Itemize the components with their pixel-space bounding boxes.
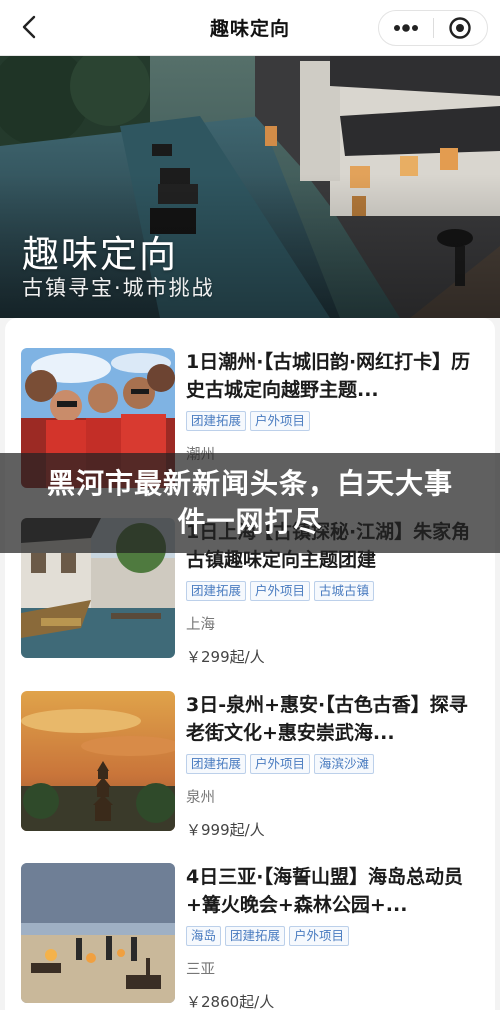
product-thumbnail: [21, 691, 175, 831]
product-tag: 团建拓展: [186, 411, 247, 431]
product-card[interactable]: 3日-泉州+惠安·【古色古香】探寻老街文化+惠安崇武海... 团建拓展 户外项目…: [21, 691, 491, 841]
product-title: 4日三亚·【海誓山盟】海岛总动员+篝火晚会+森林公园+...: [186, 866, 463, 916]
product-card[interactable]: 4日三亚·【海誓山盟】海岛总动员+篝火晚会+森林公园+... 海岛 团建拓展 户…: [21, 863, 491, 1010]
product-title: 1日潮州·【古城旧韵·网红打卡】历史古城定向越野主题...: [186, 351, 471, 401]
product-tags: 团建拓展 户外项目: [186, 411, 486, 431]
product-list: 1日潮州·【古城旧韵·网红打卡】历史古城定向越野主题... 团建拓展 户外项目 …: [5, 318, 495, 1010]
hero-banner: 趣味定向 古镇寻宝·城市挑战: [0, 56, 500, 318]
product-city: 三亚: [186, 962, 215, 978]
product-tag: 海岛: [186, 926, 222, 946]
product-tag: 户外项目: [250, 581, 311, 601]
hero-title: 趣味定向: [22, 233, 178, 276]
product-price: ￥299起/人: [186, 648, 265, 666]
close-miniprogram-button[interactable]: [434, 11, 487, 45]
overlay-headline: 黑河市最新新闻头条，白天大事件一网打尽: [46, 467, 453, 538]
product-city: 泉州: [186, 790, 215, 806]
product-tags: 海岛 团建拓展 户外项目: [186, 926, 486, 946]
back-button[interactable]: [14, 12, 44, 42]
product-title: 3日-泉州+惠安·【古色古香】探寻老街文化+惠安崇武海...: [186, 694, 468, 744]
more-dots-icon: [394, 24, 418, 32]
product-tag: 户外项目: [250, 754, 311, 774]
product-tag: 团建拓展: [186, 581, 247, 601]
product-tags: 团建拓展 户外项目 海滨沙滩: [186, 754, 486, 774]
product-info: 4日三亚·【海誓山盟】海岛总动员+篝火晚会+森林公园+... 海岛 团建拓展 户…: [186, 863, 486, 1010]
product-tag: 海滨沙滩: [314, 754, 375, 774]
hero-subtitle: 古镇寻宝·城市挑战: [22, 276, 215, 300]
product-tag: 团建拓展: [225, 926, 286, 946]
product-info: 3日-泉州+惠安·【古色古香】探寻老街文化+惠安崇武海... 团建拓展 户外项目…: [186, 691, 486, 840]
product-city: 上海: [186, 617, 215, 633]
nav-bar: 趣味定向: [0, 0, 500, 56]
page-title: 趣味定向: [209, 18, 290, 40]
product-tag: 古城古镇: [314, 581, 375, 601]
headline-overlay: 黑河市最新新闻头条，白天大事件一网打尽: [0, 453, 500, 553]
product-price: ￥999起/人: [186, 821, 265, 839]
product-tags: 团建拓展 户外项目 古城古镇: [186, 581, 486, 601]
product-thumbnail: [21, 863, 175, 1003]
mini-program-capsule: [378, 10, 488, 46]
product-tag: 户外项目: [289, 926, 350, 946]
product-tag: 户外项目: [250, 411, 311, 431]
more-button[interactable]: [379, 11, 433, 45]
product-tag: 团建拓展: [186, 754, 247, 774]
chevron-left-icon: [22, 15, 36, 39]
target-icon: [449, 17, 472, 39]
product-price: ￥2860起/人: [186, 993, 275, 1010]
